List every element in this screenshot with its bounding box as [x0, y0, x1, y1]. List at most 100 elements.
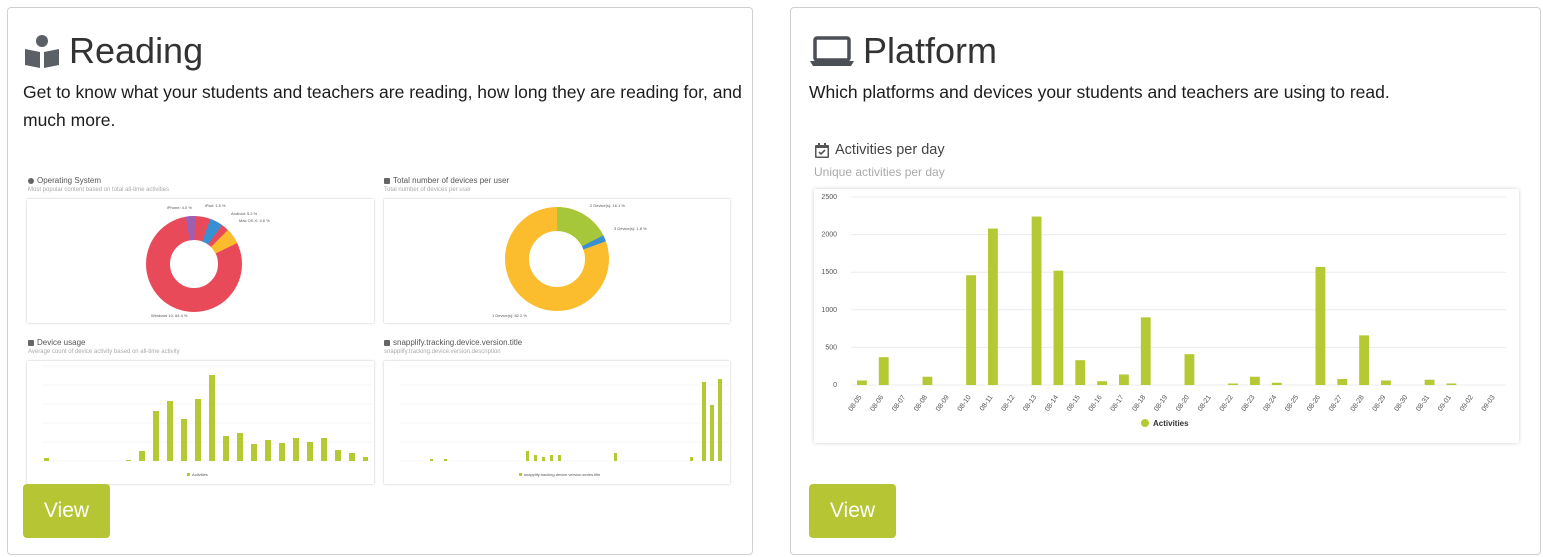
bar[interactable]: [988, 228, 998, 385]
platform-title-text: Platform: [863, 30, 998, 71]
devices-donut-chart: 2 Device(s): 16.1 % 3 Device(s): 1.8 % 1…: [492, 203, 647, 318]
y-tick-label: 1000: [821, 307, 837, 314]
bar[interactable]: [1446, 383, 1457, 385]
reading-card: Reading Get to know what your students a…: [7, 7, 753, 555]
platform-view-button[interactable]: View: [809, 484, 896, 538]
activities-bar-chart: 0 500 1000 1500 2000 2500 08-05 08-06 08-07 08-08…: [821, 194, 1506, 428]
activities-chart-subtitle: Unique activities per day: [814, 165, 945, 179]
x-tick-label: 08-22: [1219, 394, 1235, 413]
x-tick-label: 08-21: [1197, 394, 1213, 413]
bar[interactable]: [1424, 379, 1435, 385]
svg-text:Windows 10: 84.4 %: Windows 10: 84.4 %: [151, 313, 188, 318]
x-tick-label: 08-14: [1044, 394, 1060, 413]
svg-text:Android: 5.2 %: Android: 5.2 %: [231, 211, 258, 216]
x-tick-label: 08-19: [1153, 394, 1169, 413]
x-tick-label: 08-29: [1372, 394, 1388, 413]
usage-bar-chart: Activities: [42, 365, 372, 477]
x-tick-label: 08-28: [1350, 394, 1366, 413]
x-tick-label: 08-10: [957, 394, 973, 413]
svg-text:iPhone: 4.0 %: iPhone: 4.0 %: [167, 205, 192, 210]
os-donut-chart: iPhone: 4.0 % iPad: 1.5 % Android: 5.2 %…: [146, 203, 270, 318]
bar[interactable]: [1271, 382, 1282, 385]
bar[interactable]: [1097, 381, 1107, 385]
bar[interactable]: [1031, 216, 1042, 385]
activities-chart-title: Activities per day: [815, 142, 945, 158]
x-tick-label: 08-16: [1088, 394, 1104, 413]
devices-chart-subtitle: Total number of devices per user: [384, 187, 472, 193]
x-tick-label: 09-03: [1481, 394, 1497, 413]
y-tick-label: 1500: [821, 269, 837, 276]
bar[interactable]: [966, 275, 976, 385]
bar[interactable]: [1053, 270, 1064, 385]
bar[interactable]: [1184, 354, 1195, 385]
x-tick-label: 08-09: [935, 394, 951, 413]
version-chart-title: snapplify.tracking.device.version.title: [384, 338, 522, 347]
laptop-icon: [810, 36, 854, 66]
x-tick-label: 08-15: [1066, 394, 1082, 413]
reading-title-text: Reading: [69, 30, 204, 71]
bookmark-icon: [384, 177, 390, 184]
svg-text:iPad: 1.5 %: iPad: 1.5 %: [205, 203, 226, 208]
svg-text:snapplify.tracking.device.vers: snapplify.tracking.device.version.series…: [524, 472, 601, 477]
y-tick-label: 2500: [821, 194, 837, 201]
x-tick-label: 08-24: [1262, 394, 1278, 413]
book-reader-icon: [25, 35, 59, 68]
bar[interactable]: [1315, 266, 1326, 385]
bar[interactable]: [1075, 360, 1086, 385]
x-tick-label: 08-06: [869, 394, 885, 413]
svg-text:Activities: Activities: [192, 472, 208, 477]
platform-title: Platform: [809, 30, 997, 72]
svg-text:Mac OS X: 4.6 %: Mac OS X: 4.6 %: [239, 218, 270, 223]
legend-marker: [1141, 419, 1149, 427]
bar[interactable]: [1140, 317, 1151, 385]
bookmark-icon: [28, 339, 34, 346]
legend-label[interactable]: Activities: [1153, 419, 1189, 428]
x-tick-label: 08-11: [979, 394, 995, 412]
bar[interactable]: [878, 357, 889, 385]
x-tick-label: 08-12: [1000, 394, 1016, 413]
x-tick-label: 08-31: [1415, 394, 1431, 413]
reading-view-button[interactable]: View: [23, 484, 110, 538]
reading-preview: Operating System Most popular content ba…: [24, 173, 734, 484]
svg-text:3 Device(s): 1.8 %: 3 Device(s): 1.8 %: [614, 226, 647, 231]
x-tick-label: 09-02: [1459, 394, 1475, 413]
os-chart-title: Operating System: [28, 176, 101, 185]
bar[interactable]: [1381, 380, 1391, 385]
x-tick-label: 08-07: [891, 394, 907, 413]
os-chart-subtitle: Most popular content based on total all-…: [28, 187, 170, 193]
svg-text:2 Device(s): 16.1 %: 2 Device(s): 16.1 %: [590, 203, 625, 208]
bookmark-icon: [384, 339, 390, 346]
x-tick-label: 09-01: [1437, 394, 1453, 413]
reading-description: Get to know what your students and teach…: [23, 82, 742, 130]
bar[interactable]: [1250, 376, 1260, 385]
user-circle-icon: [28, 177, 34, 184]
x-tick-label: 08-20: [1175, 394, 1191, 413]
devices-chart-title: Total number of devices per user: [384, 176, 509, 185]
x-tick-label: 08-26: [1306, 394, 1322, 413]
bar[interactable]: [922, 376, 933, 385]
bar[interactable]: [1359, 335, 1369, 385]
x-tick-label: 08-17: [1110, 394, 1126, 413]
bar[interactable]: [1119, 374, 1129, 385]
bar[interactable]: [1337, 378, 1348, 385]
x-tick-label: 08-13: [1022, 394, 1038, 413]
version-chart-panel: snapplify.tracking.device.version.series…: [384, 361, 730, 484]
platform-description: Which platforms and devices your student…: [809, 82, 1390, 102]
y-tick-label: 500: [825, 344, 837, 351]
y-tick-label: 2000: [821, 232, 837, 239]
usage-chart-subtitle: Average count of device activity based o…: [28, 349, 180, 355]
platform-card: Platform Which platforms and devices you…: [790, 7, 1541, 555]
svg-text:1 Device(s): 82.2 %: 1 Device(s): 82.2 %: [492, 313, 527, 318]
activities-chart-panel: 0 500 1000 1500 2000 2500 08-05 08-06 08-07 08-08…: [814, 189, 1519, 443]
x-tick-label: 08-27: [1328, 394, 1344, 413]
x-tick-label: 08-25: [1284, 394, 1300, 413]
usage-chart-title: Device usage: [28, 338, 85, 347]
bar[interactable]: [857, 380, 867, 385]
devices-chart-panel: 2 Device(s): 16.1 % 3 Device(s): 1.8 % 1…: [384, 199, 730, 323]
bar[interactable]: [1228, 383, 1238, 385]
usage-chart-panel: Activities: [27, 361, 374, 484]
y-tick-label: 0: [833, 382, 837, 389]
calendar-check-icon: [815, 142, 829, 158]
x-tick-label: 08-18: [1131, 394, 1147, 413]
os-chart-panel: iPhone: 4.0 % iPad: 1.5 % Android: 5.2 %…: [27, 199, 374, 323]
